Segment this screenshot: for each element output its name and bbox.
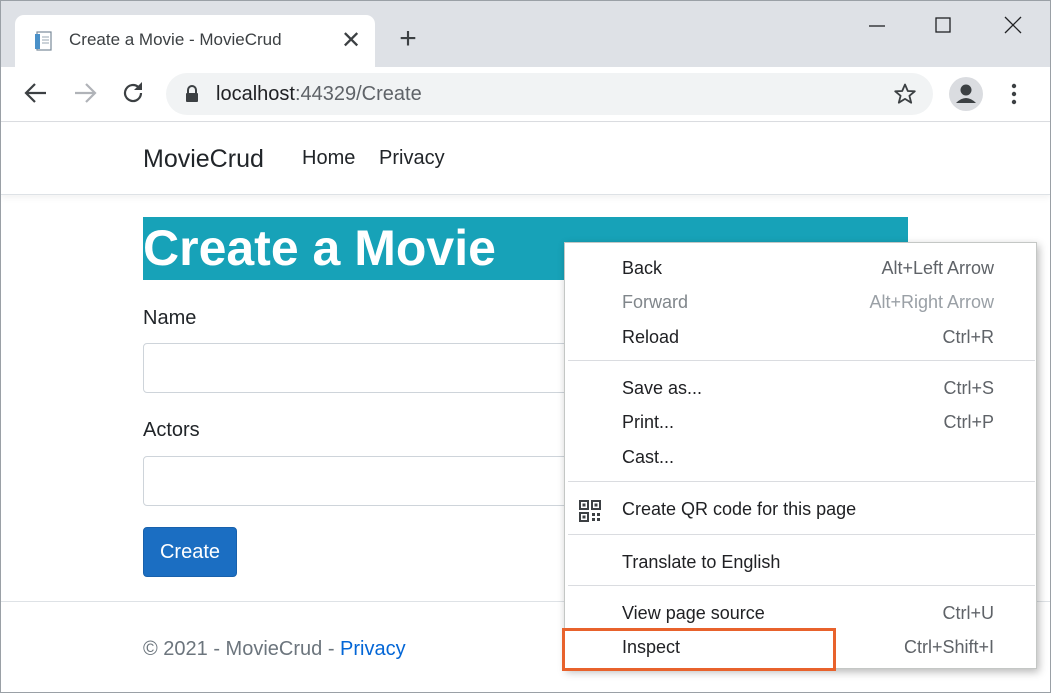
menu-item-view-source[interactable]: View page source Ctrl+U: [565, 597, 1036, 631]
title-bar: Create a Movie - MovieCrud ✕ +: [1, 1, 1050, 67]
url-path: :44329/Create: [294, 83, 422, 105]
menu-item-label: Cast...: [622, 447, 675, 467]
page-title: Create a Movie: [143, 220, 496, 276]
menu-item-label: View page source: [622, 603, 765, 623]
browser-toolbar: localhost:44329/Create: [1, 67, 1050, 122]
menu-item-shortcut: Ctrl+Shift+I: [903, 637, 994, 657]
footer-text: © 2021 - MovieCrud - Privacy: [143, 638, 406, 661]
lock-icon[interactable]: [184, 85, 200, 103]
menu-separator: [568, 534, 1035, 535]
menu-separator: [568, 585, 1035, 586]
menu-item-back[interactable]: Back Alt+Left Arrow: [565, 252, 1036, 286]
menu-item-label: Translate to English: [622, 552, 781, 572]
person-icon: [956, 84, 976, 103]
url-text[interactable]: localhost:44329/Create: [216, 83, 422, 106]
menu-item-label: Print...: [622, 412, 675, 432]
menu-dots-icon[interactable]: [1004, 80, 1024, 108]
menu-item-shortcut: Ctrl+R: [942, 327, 994, 347]
forward-arrow-icon[interactable]: [71, 79, 99, 107]
new-tab-button[interactable]: +: [394, 24, 422, 54]
menu-item-label: Save as...: [622, 378, 703, 398]
footer-copyright: © 2021 - MovieCrud -: [143, 638, 341, 660]
site-navbar: MovieCrud Home Privacy: [1, 123, 1050, 195]
menu-item-reload[interactable]: Reload Ctrl+R: [565, 321, 1036, 355]
menu-separator: [568, 481, 1035, 482]
menu-item-shortcut: Ctrl+U: [942, 603, 994, 623]
menu-item-cast[interactable]: Cast...: [565, 441, 1036, 475]
menu-item-label: Back: [622, 258, 663, 278]
create-button[interactable]: Create: [143, 527, 237, 577]
menu-item-label: Reload: [622, 327, 680, 347]
menu-item-label: Forward: [622, 292, 689, 312]
context-menu: Back Alt+Left Arrow Forward Alt+Right Ar…: [564, 242, 1037, 669]
close-icon[interactable]: [995, 11, 1031, 41]
menu-item-create-qr[interactable]: Create QR code for this page: [565, 493, 1036, 527]
browser-tab[interactable]: Create a Movie - MovieCrud ✕: [15, 15, 375, 67]
back-arrow-icon[interactable]: [22, 79, 50, 107]
menu-item-shortcut: Alt+Left Arrow: [881, 258, 994, 278]
browser-window: Create a Movie - MovieCrud ✕ + localhost…: [0, 0, 1051, 693]
menu-item-label: Create QR code for this page: [622, 499, 857, 519]
footer-privacy-link[interactable]: Privacy: [340, 638, 406, 660]
reload-icon[interactable]: [119, 79, 147, 107]
page-icon: [35, 31, 52, 51]
profile-icon[interactable]: [949, 77, 983, 111]
menu-item-print[interactable]: Print... Ctrl+P: [565, 406, 1036, 440]
menu-item-shortcut: Ctrl+P: [943, 412, 994, 432]
url-host: localhost: [216, 83, 295, 105]
site-brand[interactable]: MovieCrud: [143, 145, 264, 174]
address-bar[interactable]: localhost:44329/Create: [166, 73, 933, 115]
inspect-highlight-box: [562, 628, 836, 671]
nav-privacy-link[interactable]: Privacy: [379, 147, 445, 170]
tab-title: Create a Movie - MovieCrud: [69, 30, 282, 49]
nav-home-link[interactable]: Home: [302, 147, 355, 170]
actors-label: Actors: [143, 419, 200, 441]
menu-item-save-as[interactable]: Save as... Ctrl+S: [565, 372, 1036, 406]
menu-item-forward[interactable]: Forward Alt+Right Arrow: [565, 286, 1036, 320]
menu-item-translate[interactable]: Translate to English: [565, 546, 1036, 580]
menu-item-shortcut: Alt+Right Arrow: [869, 292, 994, 312]
qr-code-icon: [579, 500, 601, 522]
tab-close-icon[interactable]: ✕: [341, 28, 361, 54]
minimize-icon[interactable]: [859, 11, 895, 41]
menu-separator: [568, 360, 1035, 361]
menu-item-shortcut: Ctrl+S: [943, 378, 994, 398]
name-label: Name: [143, 307, 197, 329]
maximize-icon[interactable]: [925, 11, 961, 41]
star-icon[interactable]: [893, 82, 917, 106]
